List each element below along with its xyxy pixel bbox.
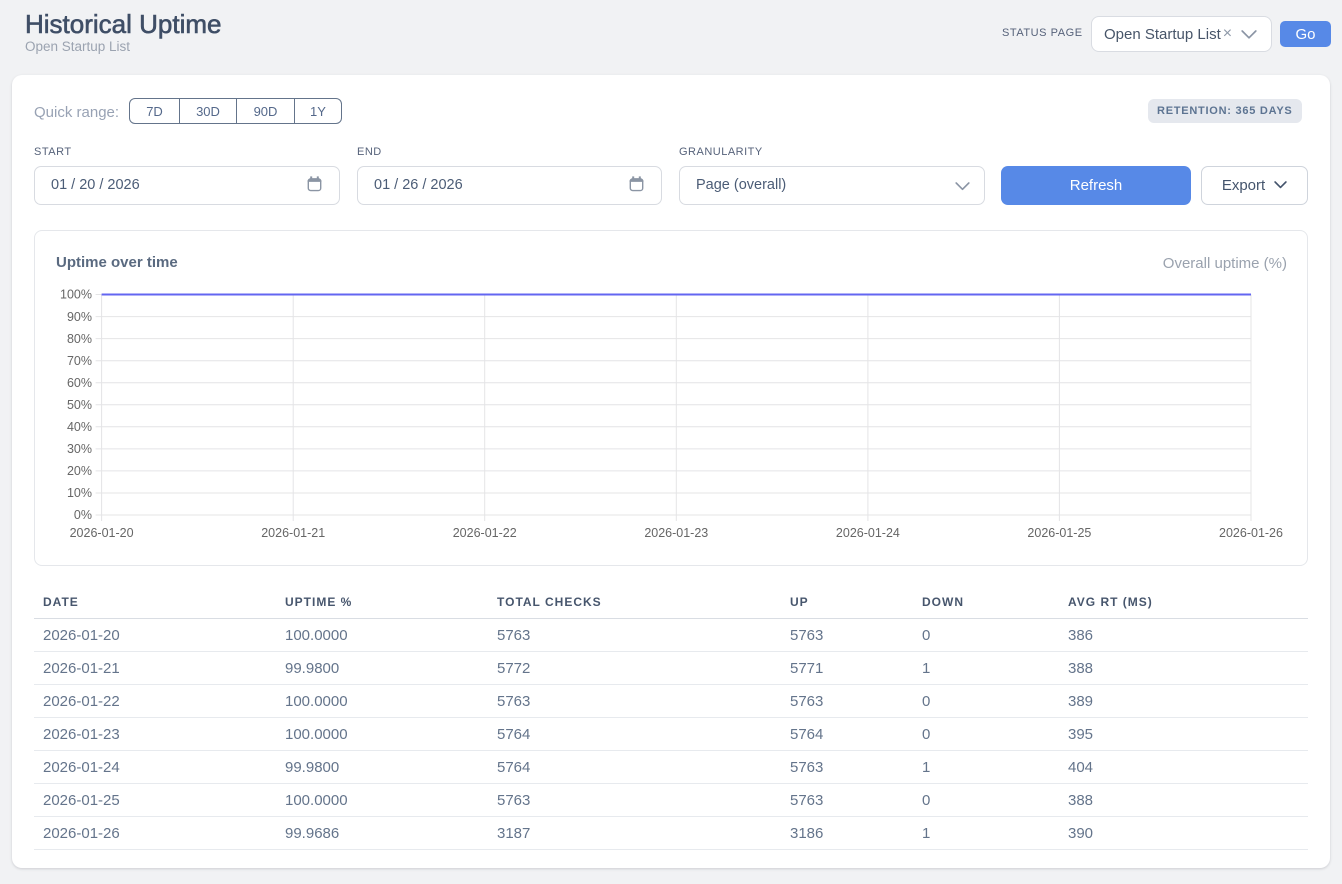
svg-text:10%: 10% (67, 486, 92, 500)
svg-text:40%: 40% (67, 420, 92, 434)
svg-text:30%: 30% (67, 442, 92, 456)
svg-text:80%: 80% (67, 332, 92, 346)
svg-text:0%: 0% (74, 508, 92, 522)
svg-text:20%: 20% (67, 464, 92, 478)
svg-text:2026-01-21: 2026-01-21 (261, 526, 325, 540)
svg-text:2026-01-24: 2026-01-24 (836, 526, 900, 540)
svg-text:90%: 90% (67, 310, 92, 324)
svg-text:2026-01-23: 2026-01-23 (644, 526, 708, 540)
svg-text:70%: 70% (67, 354, 92, 368)
svg-text:2026-01-22: 2026-01-22 (453, 526, 517, 540)
svg-text:2026-01-20: 2026-01-20 (70, 526, 134, 540)
svg-text:2026-01-26: 2026-01-26 (1219, 526, 1283, 540)
svg-text:50%: 50% (67, 398, 92, 412)
svg-text:60%: 60% (67, 376, 92, 390)
svg-text:2026-01-25: 2026-01-25 (1027, 526, 1091, 540)
svg-text:100%: 100% (60, 288, 92, 302)
